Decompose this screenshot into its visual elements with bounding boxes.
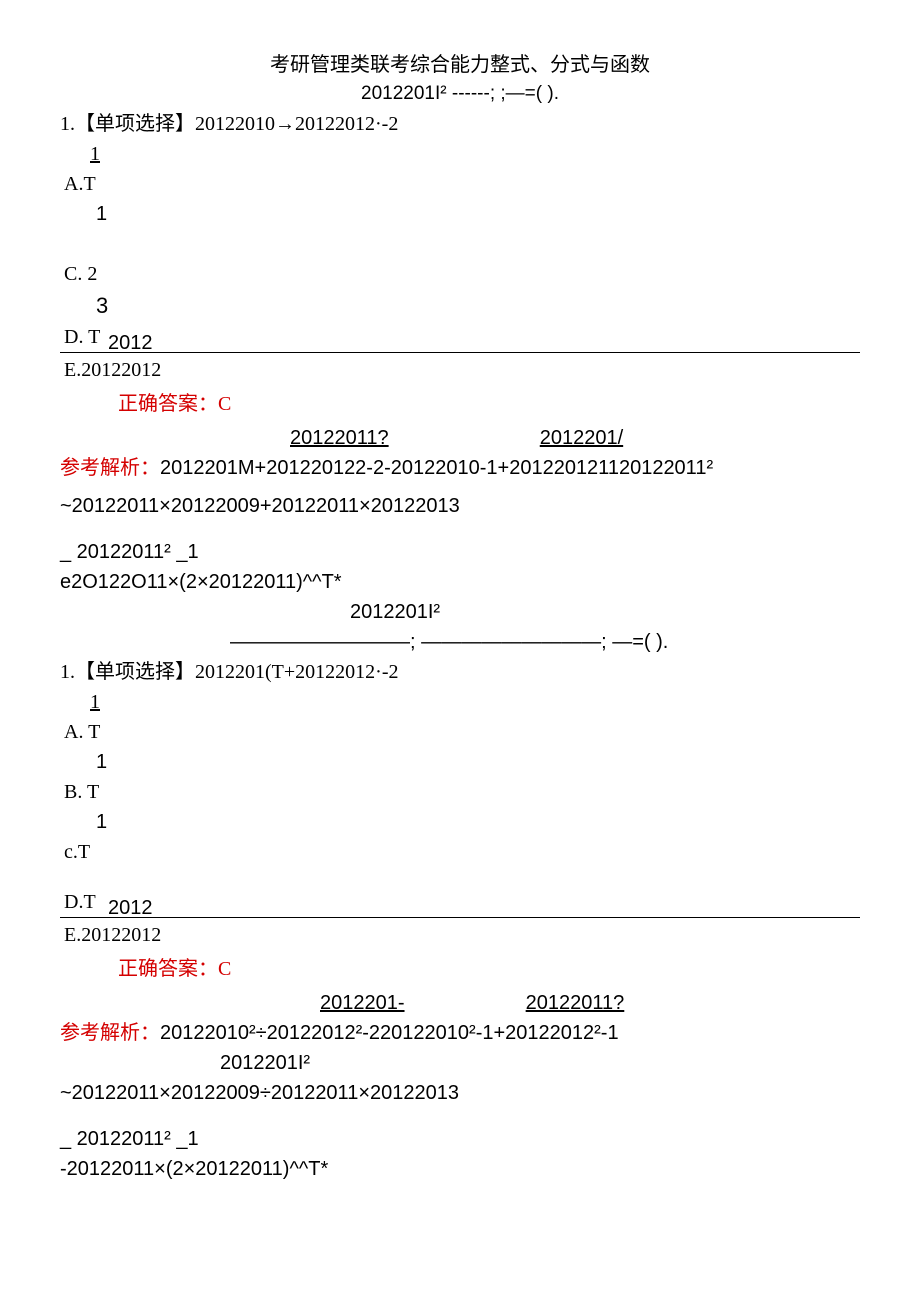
answer-2: 正确答案：C [118,954,860,984]
option-a2-numerator: 1 [90,687,860,717]
analysis-2-head-left: 2012201- [320,992,405,1014]
analysis-2-head-right: 20122011? [526,992,625,1014]
analysis-label-2: 参考解析： [60,1022,160,1044]
option-a2[interactable]: A. T [64,717,860,747]
analysis-1-line3: e2O122O11×(2×20122011)^^T* [60,567,860,597]
option-b2-denom: 1 [96,807,860,837]
analysis-2-line3-top: _ 20122011² _1 [60,1124,860,1154]
subtitle-formula: 2012201I² ------; ;—=( ). [60,80,860,109]
option-e2[interactable]: E.20122012 [64,920,860,950]
analysis-1-line2: ~20122011×20122009+20122011×20122013 [60,491,860,521]
analysis-2-line2: ~20122011×20122009÷20122011×20122013 [60,1078,860,1108]
divider-1-label: 2012 [108,328,153,358]
question-2-stem: 1.【单项选择】2012201(T+20122012·-2 [60,657,860,687]
page-title: 考研管理类联考综合能力整式、分式与函数 [60,50,860,80]
divider-2-label: 2012 [108,893,153,923]
analysis-1-line3-top: _ 20122011² _1 [60,537,860,567]
option-c-value: 3 [96,289,860,322]
analysis-1-header-row: 20122011? 2012201/ [290,423,860,453]
analysis-2-indent: 2012201I² [220,1048,860,1078]
analysis-2-header-row: 2012201- 20122011? [320,988,860,1018]
analysis-label: 参考解析： [60,457,160,479]
subtitle-2a: 2012201I² [350,597,860,627]
analysis-1-head-right: 2012201/ [540,427,623,449]
option-b2[interactable]: B. T [64,777,860,807]
option-a2-denom: 1 [96,747,860,777]
option-a-numerator: 1 [90,139,860,169]
answer-1: 正确答案：C [118,389,860,419]
option-e[interactable]: E.20122012 [64,355,860,385]
question-1-stem: 1.【单项选择】20122010→20122012·-2 [60,109,860,139]
option-d2[interactable]: D.T [64,887,860,917]
divider-2: 2012 [60,917,860,918]
analysis-2-line3: -20122011×(2×20122011)^^T* [60,1154,860,1184]
analysis-2-line1: 参考解析：20122010²÷20122012²-220122010²-1+20… [60,1018,860,1048]
divider-1: 2012 [60,352,860,353]
analysis-1-line1: 参考解析：2012201M+201220122-2-20122010-1+201… [60,453,860,483]
option-c2[interactable]: c.T [64,837,860,867]
option-d[interactable]: D. T [64,322,860,352]
analysis-1-head-left: 20122011? [290,427,389,449]
option-c[interactable]: C. 2 [64,259,860,289]
spacer [60,229,860,259]
subtitle-2b: —————————; —————————; —=( ). [230,627,860,657]
option-a[interactable]: A.T [64,169,860,199]
option-a-denom: 1 [96,199,860,229]
